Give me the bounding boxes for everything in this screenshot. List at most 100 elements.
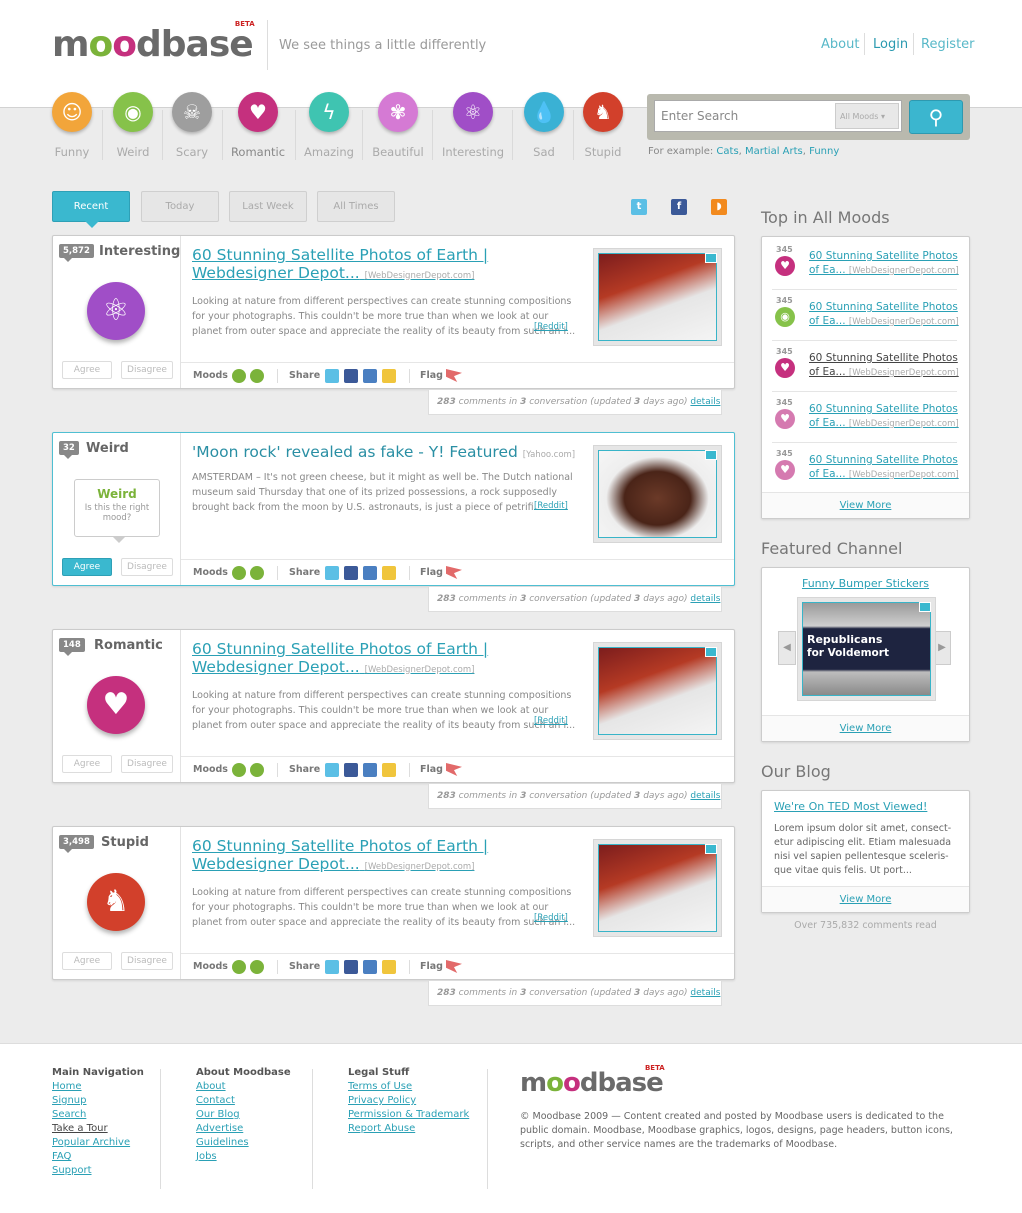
posterous-icon[interactable] [382,369,396,383]
twitter-icon[interactable] [325,960,339,974]
story-thumbnail[interactable] [593,248,722,346]
agree-button[interactable]: Agree [62,952,112,970]
channel-title[interactable]: Funny Bumper Stickers [762,577,969,590]
story-thumbnail[interactable] [593,642,722,740]
channel-thumbnail[interactable]: Republicans for Voldemort [797,597,936,701]
example-link[interactable]: Martial Arts [745,146,803,157]
top-item[interactable]: 345 ♥ 60 Stunning Satellite Photos of Ea..… [772,443,959,494]
footer-link-faq[interactable]: FAQ [52,1150,144,1164]
facebook-icon[interactable] [344,369,358,383]
reddit-link[interactable]: [Reddit] [534,322,568,332]
mood-amazing[interactable]: ϟ Amazing [296,92,362,159]
facebook-icon[interactable] [344,763,358,777]
posterous-icon[interactable] [382,960,396,974]
reddit-link[interactable]: [Reddit] [534,716,568,726]
blog-post-title[interactable]: We're On TED Most Viewed! [774,800,927,813]
footer-link-guidelines[interactable]: Guidelines [196,1136,291,1150]
footer-link-support[interactable]: Support [52,1164,144,1178]
footer-link-home[interactable]: Home [52,1080,144,1094]
footer-link-signup[interactable]: Signup [52,1094,144,1108]
mood-mini-icon[interactable] [232,960,246,974]
facebook-icon[interactable] [344,960,358,974]
mood-mini-icon[interactable] [232,369,246,383]
story-title[interactable]: 'Moon rock' revealed as fake - Y! Featur… [192,443,587,464]
chevron-left-icon[interactable]: ◀ [778,631,796,665]
mood-mini-icon[interactable] [232,566,246,580]
footer-link-permission[interactable]: Permission & Trademark [348,1108,469,1122]
top-item-title[interactable]: 60 Stunning Satellite Photos of Ea... [W… [809,300,959,329]
footer-link-advertise[interactable]: Advertise [196,1122,291,1136]
digg-icon[interactable] [363,566,377,580]
flag-icon[interactable] [446,763,462,776]
story-title-text[interactable]: 'Moon rock' revealed as fake - Y! Featur… [192,443,518,461]
tab-all-times[interactable]: All Times [317,191,395,222]
twitter-icon[interactable] [325,566,339,580]
facebook-icon[interactable]: f [671,199,687,215]
mood-interesting[interactable]: ⚛ Interesting [440,92,506,159]
mood-scary[interactable]: ☠ Scary [159,92,225,159]
top-item[interactable]: 345 ♥ 60 Stunning Satellite Photos of Ea..… [772,392,959,443]
footer-link-archive[interactable]: Popular Archive [52,1136,144,1150]
reddit-link[interactable]: [Reddit] [534,913,568,923]
mood-stupid[interactable]: ♞ Stupid [570,92,636,159]
posterous-icon[interactable] [382,763,396,777]
agree-button[interactable]: Agree [62,558,112,576]
details-link[interactable]: details [690,988,720,998]
disagree-button[interactable]: Disagree [121,558,173,576]
posterous-icon[interactable] [382,566,396,580]
footer-link-privacy[interactable]: Privacy Policy [348,1094,469,1108]
disagree-button[interactable]: Disagree [121,952,173,970]
mood-sad[interactable]: 💧 Sad [511,92,577,159]
tab-last-week[interactable]: Last Week [229,191,307,222]
top-item-title[interactable]: 60 Stunning Satellite Photos of Ea... [W… [809,249,959,278]
mood-mini-icon[interactable] [250,369,264,383]
flag-icon[interactable] [446,369,462,382]
top-item[interactable]: 345 ◉ 60 Stunning Satellite Photos of Ea..… [772,290,959,341]
footer-link-terms[interactable]: Terms of Use [348,1080,469,1094]
twitter-icon[interactable] [325,763,339,777]
footer-link-report-abuse[interactable]: Report Abuse [348,1122,469,1136]
about-link[interactable]: About [821,37,859,52]
story-thumbnail[interactable] [593,839,722,937]
moodbase-logo[interactable]: moodbase BETA [52,20,255,65]
top-item[interactable]: 345 ♥ 60 Stunning Satellite Photos of Ea..… [772,239,959,290]
register-link[interactable]: Register [921,37,975,52]
disagree-button[interactable]: Disagree [121,755,173,773]
top-item-title[interactable]: 60 Stunning Satellite Photos of Ea... [W… [809,351,959,380]
story-thumbnail[interactable] [593,445,722,543]
twitter-icon[interactable] [325,369,339,383]
twitter-icon[interactable]: t [631,199,647,215]
digg-icon[interactable] [363,960,377,974]
mood-mini-icon[interactable] [250,566,264,580]
details-link[interactable]: details [690,791,720,801]
story-title[interactable]: 60 Stunning Satellite Photos of Earth | … [192,246,587,285]
mood-mini-icon[interactable] [250,763,264,777]
story-title[interactable]: 60 Stunning Satellite Photos of Earth | … [192,640,587,679]
agree-button[interactable]: Agree [62,361,112,379]
top-item-title[interactable]: 60 Stunning Satellite Photos of Ea... [W… [809,402,959,431]
view-more-link[interactable]: View More [762,886,969,912]
example-link[interactable]: Cats [716,146,738,157]
footer-link-blog[interactable]: Our Blog [196,1108,291,1122]
top-item-title[interactable]: 60 Stunning Satellite Photos of Ea... [W… [809,453,959,482]
footer-link-contact[interactable]: Contact [196,1094,291,1108]
details-link[interactable]: details [690,594,720,604]
mood-beautiful[interactable]: ✾ Beautiful [365,92,431,159]
footer-link-jobs[interactable]: Jobs [196,1150,291,1164]
footer-link-search[interactable]: Search [52,1108,144,1122]
mood-mini-icon[interactable] [250,960,264,974]
view-more-link[interactable]: View More [762,492,969,518]
mood-weird[interactable]: ◉ Weird [100,92,166,159]
top-item[interactable]: 345 ♥ 60 Stunning Satellite Photos of Ea..… [772,341,959,392]
search-button[interactable]: ⚲ [909,100,963,134]
example-link[interactable]: Funny [809,146,839,157]
footer-link-about[interactable]: About [196,1080,291,1094]
reddit-link[interactable]: [Reddit] [534,501,568,511]
digg-icon[interactable] [363,763,377,777]
details-link[interactable]: details [690,397,720,407]
footer-link-tour[interactable]: Take a Tour [52,1122,144,1136]
digg-icon[interactable] [363,369,377,383]
agree-button[interactable]: Agree [62,755,112,773]
rss-icon[interactable]: ◗ [711,199,727,215]
mood-mini-icon[interactable] [232,763,246,777]
